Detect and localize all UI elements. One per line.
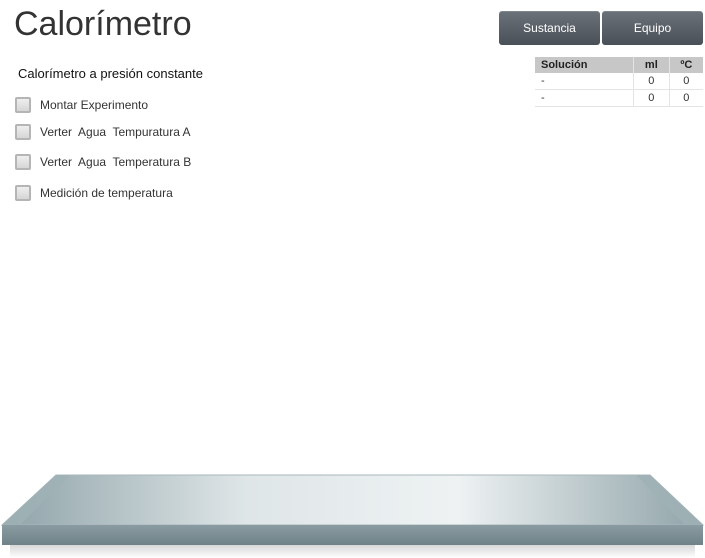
table-row: - 0 0 xyxy=(535,73,703,90)
page-title: Calorímetro xyxy=(14,5,192,43)
step-item-montar[interactable]: Montar Experimento xyxy=(15,97,148,113)
column-header-solucion: Solución xyxy=(535,57,634,73)
step-item-verter-a[interactable]: Verter Agua Tempuratura A xyxy=(15,124,191,140)
equipo-button[interactable]: Equipo xyxy=(602,11,703,45)
step-label: Medición de temperatura xyxy=(40,186,173,200)
bench-shadow xyxy=(10,545,695,558)
column-header-temperature: ºC xyxy=(668,57,703,73)
experiment-subtitle: Calorímetro a presión constante xyxy=(18,66,203,81)
step-item-verter-b[interactable]: Verter Agua Temperatura B xyxy=(15,154,191,170)
step-label: Montar Experimento xyxy=(40,98,149,112)
toolbar: Sustancia Equipo xyxy=(499,11,703,45)
table-row: - 0 0 xyxy=(535,89,703,107)
table-cell-solution: - xyxy=(535,73,634,90)
step-label: Verter Agua Tempuratura A xyxy=(40,125,191,139)
bench-top xyxy=(0,474,705,526)
lab-bench-surface xyxy=(0,474,705,558)
step-checkbox[interactable] xyxy=(15,97,31,113)
column-header-ml: ml xyxy=(633,57,670,73)
sustancia-button[interactable]: Sustancia xyxy=(499,11,600,45)
table-header-row: Solución ml ºC xyxy=(535,57,703,73)
step-checkbox[interactable] xyxy=(15,154,31,170)
bench-front-edge xyxy=(2,525,703,545)
table-cell-ml: 0 xyxy=(633,89,670,107)
solution-table: Solución ml ºC - 0 0 - 0 0 xyxy=(535,57,703,107)
table-cell-solution: - xyxy=(535,89,634,107)
table-cell-temperature: 0 xyxy=(668,89,703,107)
step-item-medicion[interactable]: Medición de temperatura xyxy=(15,185,173,201)
step-label: Verter Agua Temperatura B xyxy=(40,155,192,169)
table-cell-temperature: 0 xyxy=(668,73,703,90)
step-checkbox[interactable] xyxy=(15,185,31,201)
step-checkbox[interactable] xyxy=(15,124,31,140)
table-cell-ml: 0 xyxy=(633,73,670,90)
